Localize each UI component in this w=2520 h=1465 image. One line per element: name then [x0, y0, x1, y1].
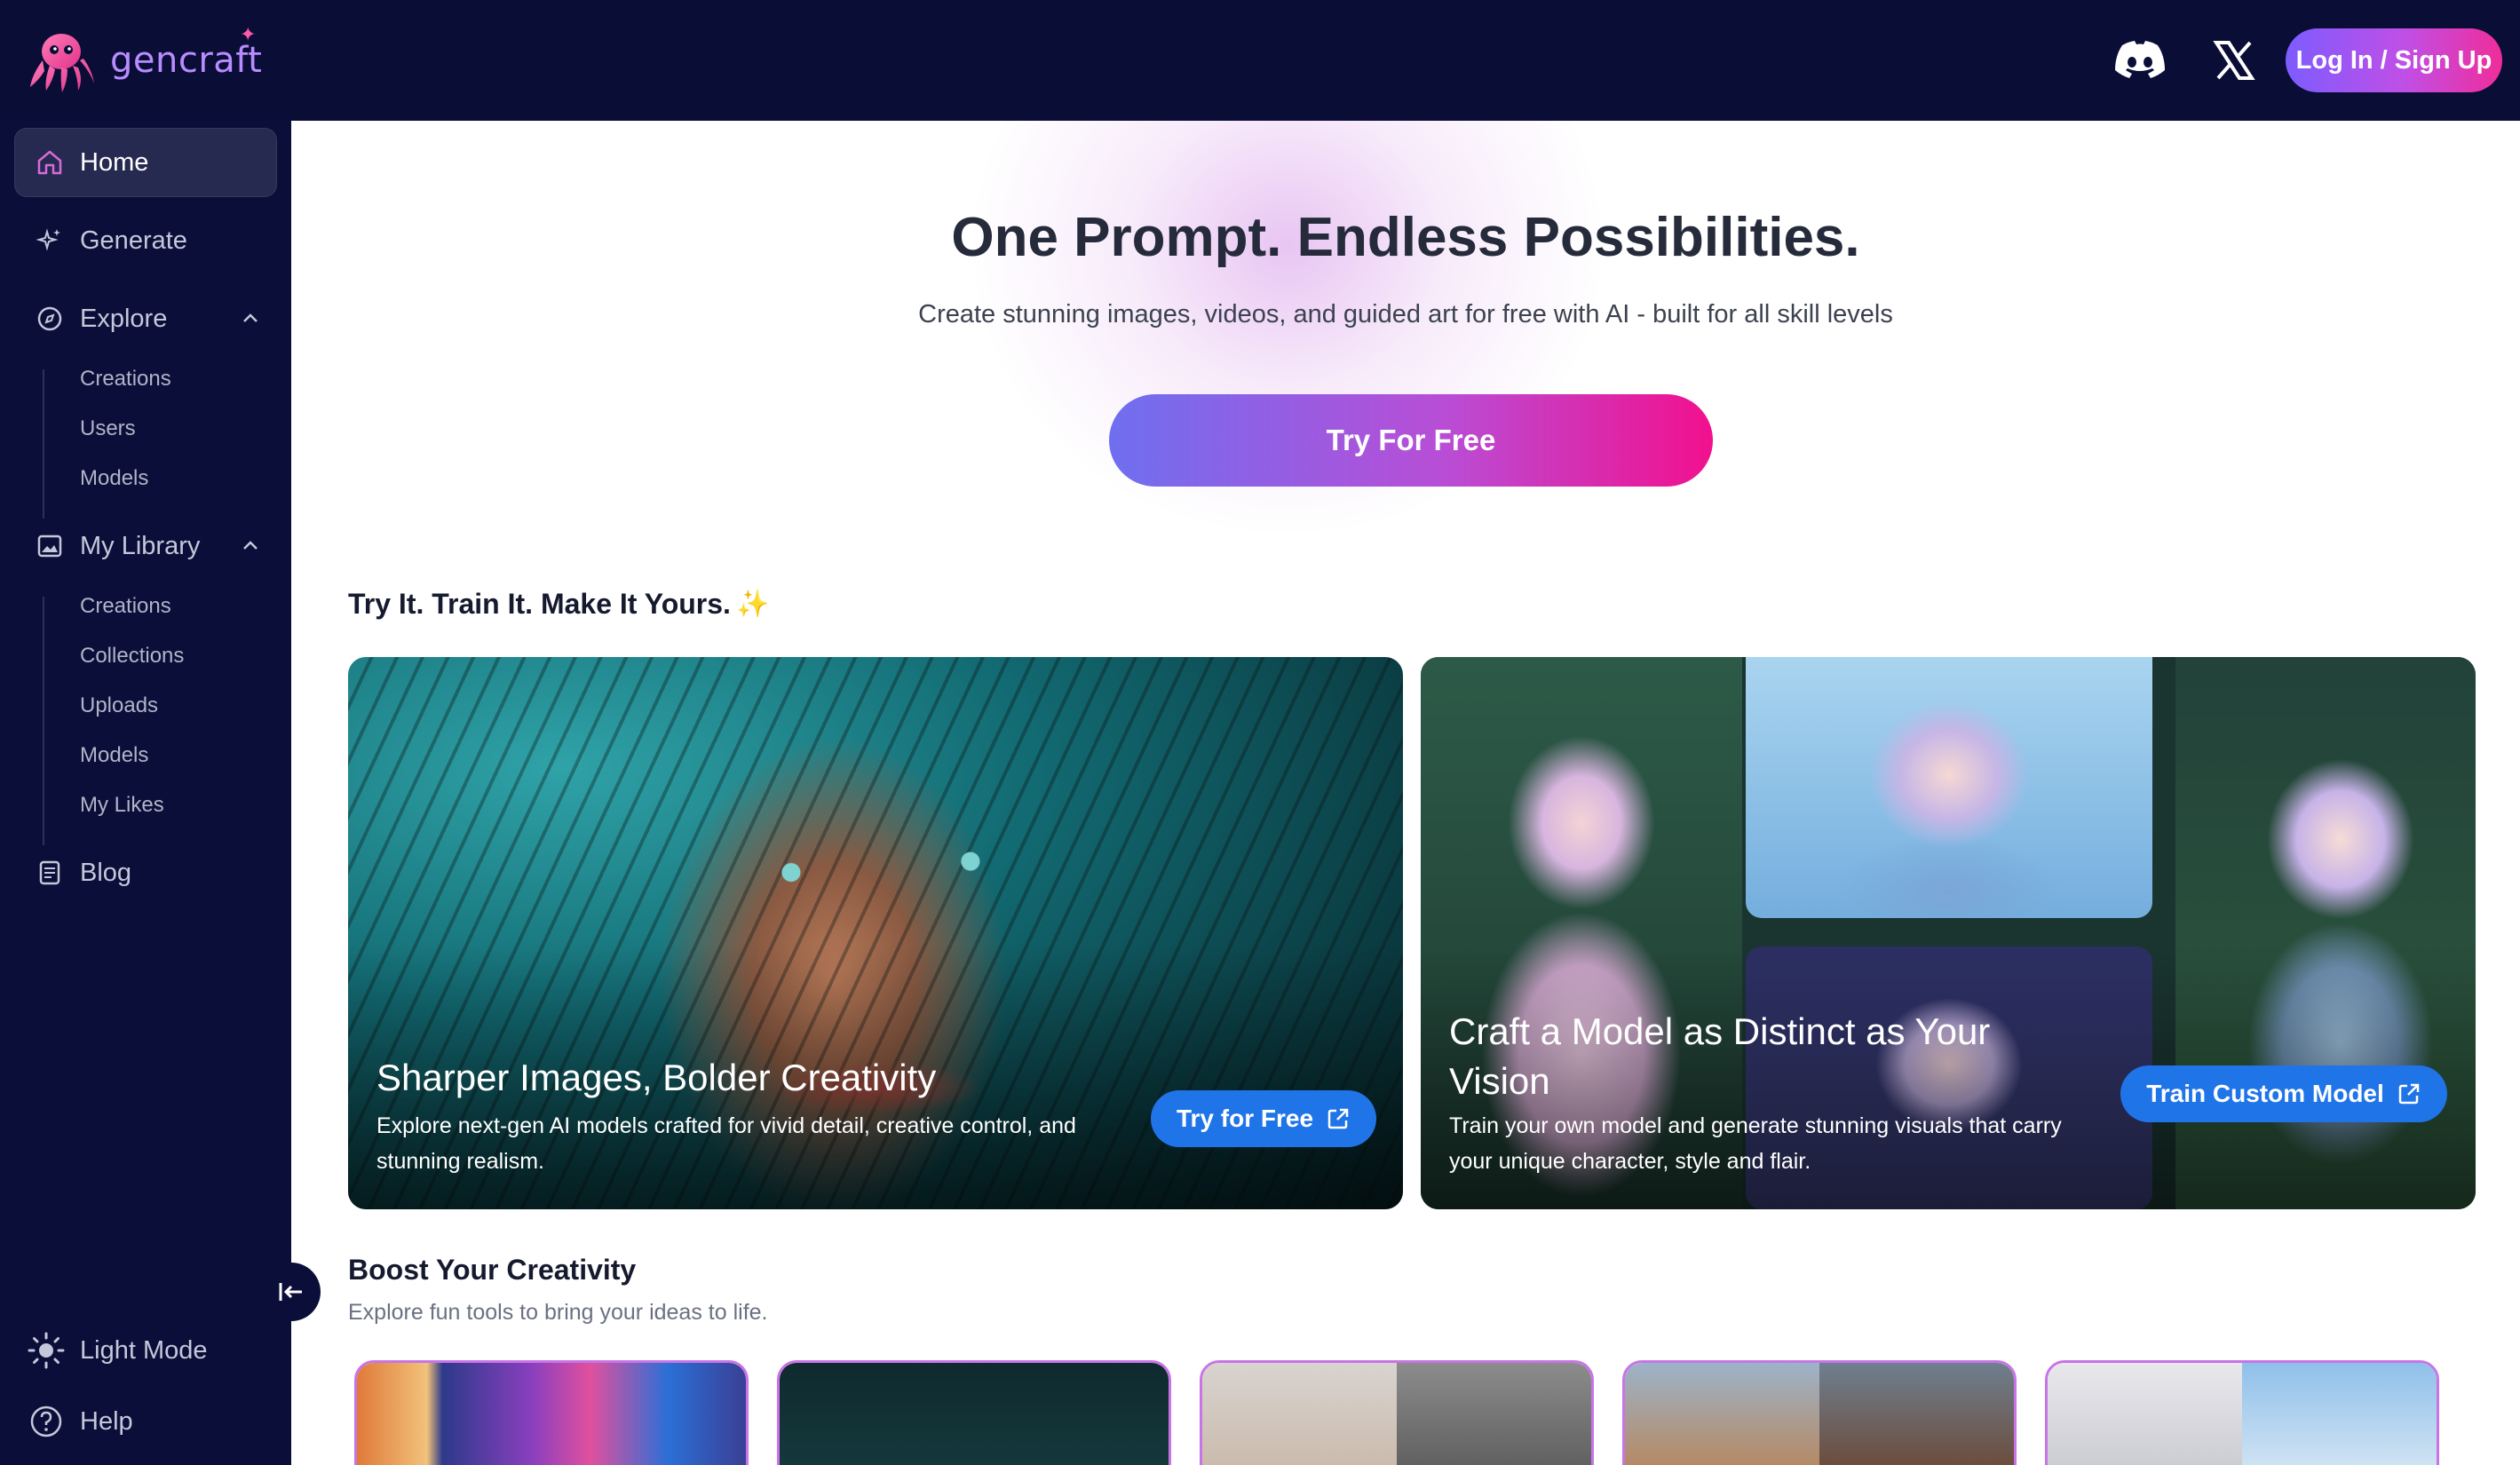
explore-models-link[interactable]: Models [80, 463, 148, 494]
help-link[interactable]: Help [27, 1399, 133, 1444]
light-mode-toggle[interactable]: Light Mode [27, 1328, 208, 1373]
external-link-icon [2398, 1083, 2420, 1105]
help-circle-icon [27, 1402, 66, 1441]
tool-thumbnail [1819, 1363, 2014, 1465]
external-link-icon [1327, 1108, 1349, 1129]
feature-card-custom-model[interactable]: Craft a Model as Distinct as Your Vision… [1421, 657, 2476, 1209]
tool-thumbnail [357, 1363, 746, 1465]
card-title: Sharper Images, Bolder Creativity [376, 1057, 937, 1098]
sidebar-item-label: Home [80, 147, 149, 177]
card-description-line: Train your own model and generate stunni… [1449, 1113, 2062, 1138]
library-uploads-link[interactable]: Uploads [80, 691, 158, 721]
chevron-up-icon[interactable] [238, 533, 263, 565]
sparkles-icon [32, 223, 67, 258]
button-label: Try for Free [1176, 1105, 1314, 1132]
image-library-icon [32, 528, 67, 564]
sidebar-item-my-library[interactable]: My Library [14, 511, 277, 581]
gencraft-logo[interactable]: gencraft [27, 25, 262, 96]
home-icon [32, 145, 67, 180]
explore-creations-link[interactable]: Creations [80, 364, 171, 394]
submenu-guide-line [43, 369, 44, 519]
card-description: Explore next-gen AI models crafted for v… [376, 1108, 1140, 1179]
card-description-line: Explore next-gen AI models crafted for v… [376, 1113, 1076, 1138]
sidebar-item-explore[interactable]: Explore [14, 284, 277, 353]
tool-card[interactable] [2045, 1360, 2439, 1465]
tool-thumbnail [2242, 1363, 2437, 1465]
top-bar: gencraft ✦ Log In / Sign Up [0, 0, 2520, 121]
discord-icon[interactable] [2112, 32, 2168, 89]
login-signup-button[interactable]: Log In / Sign Up [2286, 28, 2502, 92]
tool-thumbnail [1202, 1363, 1397, 1465]
section-try-train-title: Try It. Train It. Make It Yours. ✨ [348, 588, 769, 621]
tool-thumbnail [1625, 1363, 1819, 1465]
submenu-guide-line [43, 597, 44, 845]
hero-subtitle: Create stunning images, videos, and guid… [918, 300, 1893, 329]
library-creations-link[interactable]: Creations [80, 591, 171, 622]
anime-image-top [1746, 657, 2152, 918]
feature-card-sharper-images[interactable]: Sharper Images, Bolder Creativity Explor… [348, 657, 1403, 1209]
sidebar-item-blog[interactable]: Blog [14, 838, 277, 907]
library-my-likes-link[interactable]: My Likes [80, 790, 164, 820]
card-title: Craft a Model as Distinct as Your Vision [1449, 1007, 1990, 1106]
card-title-line: Craft a Model as Distinct as Your [1449, 1010, 1991, 1052]
library-models-link[interactable]: Models [80, 740, 148, 771]
x-twitter-icon[interactable] [2206, 32, 2262, 89]
tool-thumbnail [2048, 1363, 2242, 1465]
card-description-line: your unique character, style and flair. [1449, 1149, 1811, 1174]
chevron-up-icon[interactable] [238, 305, 263, 337]
tool-card[interactable] [354, 1360, 749, 1465]
tool-card[interactable] [1622, 1360, 2017, 1465]
octopus-logo-icon [30, 34, 94, 92]
collapse-sidebar-button[interactable] [262, 1263, 321, 1321]
document-icon [32, 855, 67, 891]
light-mode-label: Light Mode [80, 1335, 208, 1365]
tool-thumbnail [1397, 1363, 1591, 1465]
sidebar-item-label: Explore [80, 304, 168, 333]
sparkle-icon: ✦ [240, 23, 257, 45]
sun-icon [27, 1331, 66, 1370]
sidebar-item-generate[interactable]: Generate [14, 206, 277, 275]
hero-title: One Prompt. Endless Possibilities. [951, 207, 1860, 268]
tool-card[interactable] [1200, 1360, 1594, 1465]
tool-card[interactable] [777, 1360, 1171, 1465]
card-description: Train your own model and generate stunni… [1449, 1108, 2124, 1179]
tool-thumbnail [780, 1363, 1169, 1465]
sparkle-emoji-icon: ✨ [735, 590, 770, 619]
sidebar: Home Generate Explore Creations Users Mo… [0, 121, 291, 1465]
card-description-line: stunning realism. [376, 1149, 544, 1174]
library-collections-link[interactable]: Collections [80, 641, 184, 671]
try-for-free-card-button[interactable]: Try for Free [1151, 1090, 1376, 1147]
sidebar-item-label: Blog [80, 858, 132, 887]
sidebar-item-home[interactable]: Home [14, 128, 277, 197]
explore-users-link[interactable]: Users [80, 414, 136, 444]
help-label: Help [80, 1406, 133, 1436]
train-custom-model-button[interactable]: Train Custom Model [2120, 1065, 2447, 1122]
compass-icon [32, 301, 67, 337]
collapse-arrow-icon [279, 1283, 302, 1301]
try-for-free-button[interactable]: Try For Free [1109, 394, 1713, 487]
button-label: Train Custom Model [2146, 1080, 2384, 1107]
card-title-line: Vision [1449, 1060, 1550, 1102]
sidebar-item-label: Generate [80, 226, 187, 255]
section-title-text: Try It. Train It. Make It Yours. [348, 588, 731, 620]
section-boost-title: Boost Your Creativity [348, 1254, 637, 1286]
section-boost-subtitle: Explore fun tools to bring your ideas to… [348, 1300, 768, 1325]
sidebar-item-label: My Library [80, 531, 201, 560]
